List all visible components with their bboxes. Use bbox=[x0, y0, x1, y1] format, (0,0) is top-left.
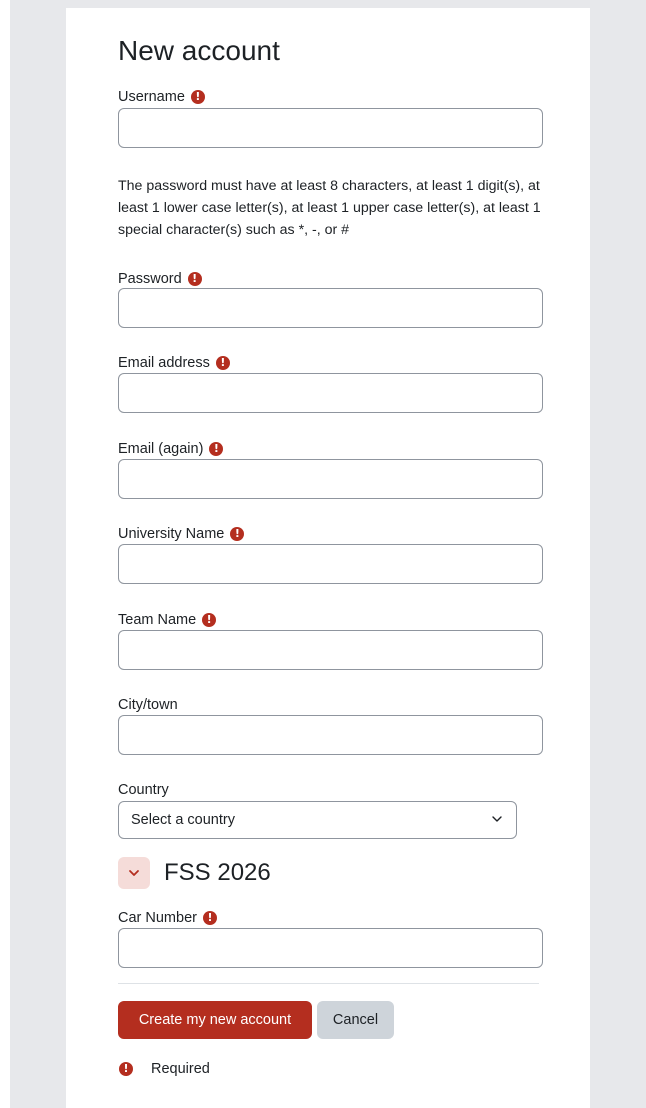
country-select[interactable]: Select a country bbox=[118, 801, 517, 839]
city-label: City/town bbox=[118, 696, 178, 714]
signup-card: New account Username ! The password must… bbox=[66, 8, 590, 1108]
car-number-label-text: Car Number bbox=[118, 910, 197, 926]
section-header: FSS 2026 bbox=[118, 857, 271, 889]
university-input[interactable] bbox=[118, 544, 543, 584]
country-label-text: Country bbox=[118, 782, 169, 798]
country-label: Country bbox=[118, 781, 169, 799]
form-divider bbox=[118, 983, 539, 984]
required-icon: ! bbox=[202, 613, 217, 627]
create-account-button[interactable]: Create my new account bbox=[118, 1001, 312, 1039]
page-title: New account bbox=[118, 35, 280, 66]
country-select-value: Select a country bbox=[131, 812, 235, 828]
team-label: Team Name ! bbox=[118, 611, 217, 629]
email-again-input[interactable] bbox=[118, 459, 543, 499]
section-collapse-button[interactable] bbox=[118, 857, 150, 889]
car-number-label: Car Number ! bbox=[118, 909, 217, 927]
password-label-text: Password bbox=[118, 271, 182, 287]
username-label: Username ! bbox=[118, 88, 205, 106]
required-legend-text: Required bbox=[151, 1061, 210, 1077]
city-label-text: City/town bbox=[118, 697, 178, 713]
required-icon: ! bbox=[230, 527, 245, 541]
left-margin-strip bbox=[0, 0, 10, 1108]
city-input[interactable] bbox=[118, 715, 543, 755]
password-label: Password ! bbox=[118, 270, 202, 288]
required-icon: ! bbox=[215, 356, 230, 370]
team-input[interactable] bbox=[118, 630, 543, 670]
email-input[interactable] bbox=[118, 373, 543, 413]
chevron-down-icon bbox=[492, 816, 502, 822]
car-number-input[interactable] bbox=[118, 928, 543, 968]
username-input[interactable] bbox=[118, 108, 543, 148]
username-label-text: Username bbox=[118, 89, 185, 105]
section-title: FSS 2026 bbox=[164, 859, 271, 886]
email-again-label-text: Email (again) bbox=[118, 441, 204, 457]
chevron-down-icon bbox=[129, 870, 139, 876]
team-label-text: Team Name bbox=[118, 612, 197, 628]
cancel-button[interactable]: Cancel bbox=[317, 1001, 394, 1039]
required-icon: ! bbox=[190, 90, 205, 104]
required-icon: ! bbox=[209, 442, 224, 456]
required-icon: ! bbox=[187, 272, 202, 286]
university-label: University Name ! bbox=[118, 525, 245, 543]
required-icon: ! bbox=[202, 911, 217, 925]
password-input[interactable] bbox=[118, 288, 543, 328]
email-label-text: Email address bbox=[118, 355, 210, 371]
required-legend: ! Required bbox=[119, 1061, 210, 1077]
email-again-label: Email (again) ! bbox=[118, 440, 224, 458]
required-icon: ! bbox=[119, 1062, 133, 1076]
university-label-text: University Name bbox=[118, 526, 225, 542]
email-label: Email address ! bbox=[118, 354, 230, 372]
password-policy-text: The password must have at least 8 charac… bbox=[118, 178, 541, 238]
